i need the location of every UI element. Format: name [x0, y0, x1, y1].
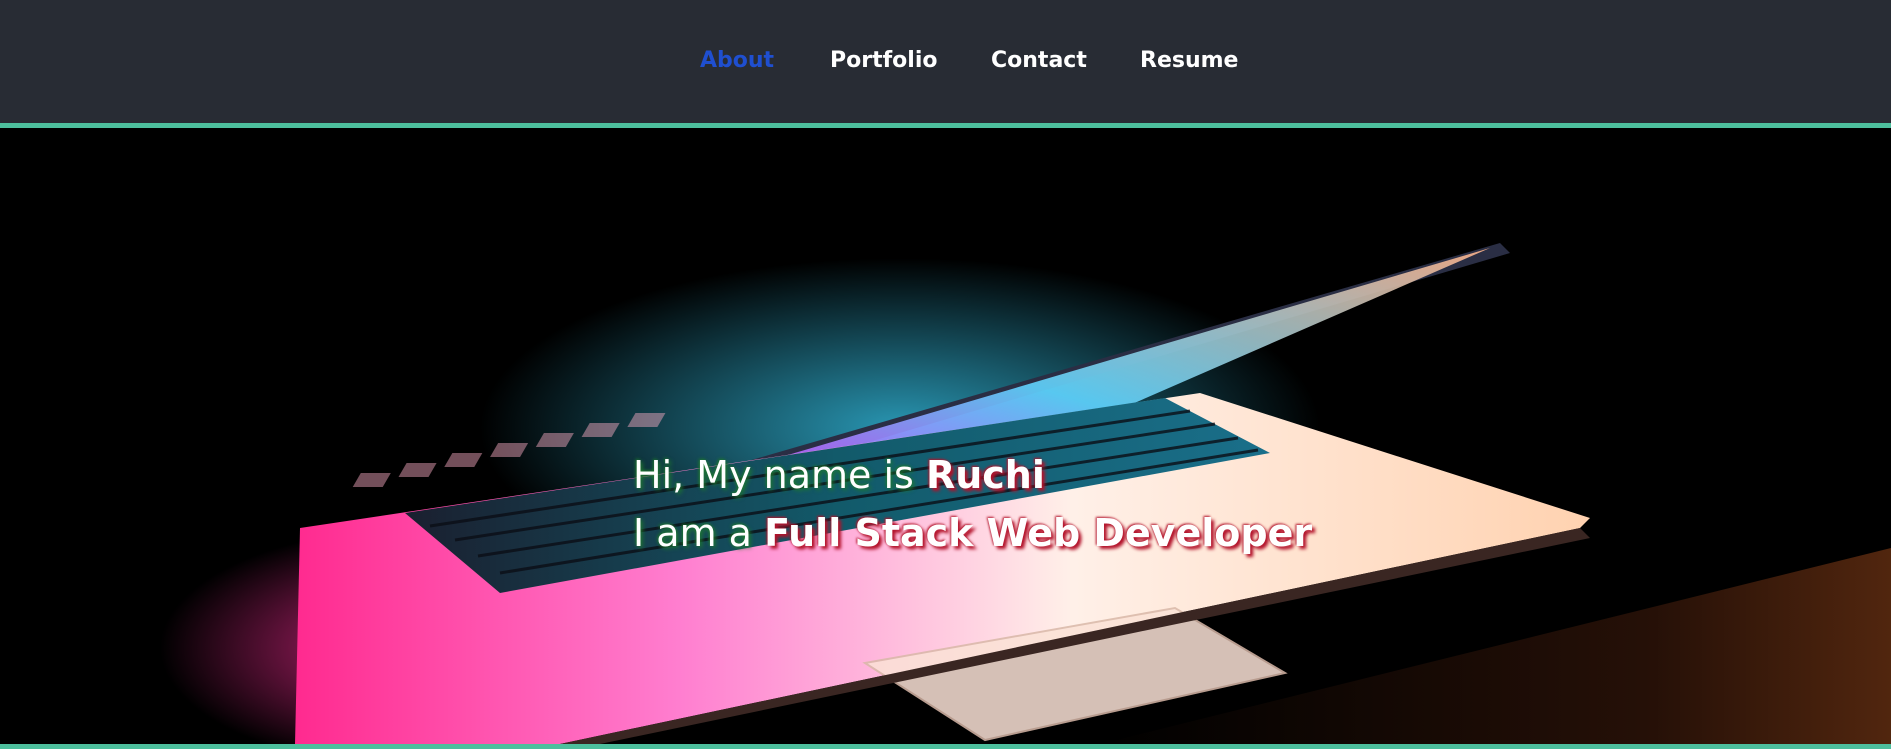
- nav-link-about[interactable]: About: [700, 46, 774, 76]
- nav-menu: About Portfolio Contact Resume: [0, 46, 1891, 76]
- nav-link-resume[interactable]: Resume: [1140, 46, 1238, 76]
- greeting-prefix: Hi, My name is: [633, 453, 914, 497]
- hero-intro: Hi, My name is Ruchi I am a Full Stack W…: [633, 446, 1312, 562]
- greeting-line: Hi, My name is Ruchi: [633, 446, 1312, 504]
- hero-section: Hi, My name is Ruchi I am a Full Stack W…: [0, 128, 1891, 744]
- role-line: I am a Full Stack Web Developer: [633, 504, 1312, 562]
- nav-link-contact[interactable]: Contact: [991, 46, 1087, 76]
- laptop-background-image: [160, 243, 1891, 744]
- navbar: About Portfolio Contact Resume: [0, 0, 1891, 128]
- name-text: Ruchi: [925, 453, 1045, 497]
- role-prefix: I am a: [633, 511, 752, 555]
- nav-link-portfolio[interactable]: Portfolio: [830, 46, 938, 76]
- role-text: Full Stack Web Developer: [764, 511, 1313, 555]
- page-below-hero: [0, 749, 1891, 753]
